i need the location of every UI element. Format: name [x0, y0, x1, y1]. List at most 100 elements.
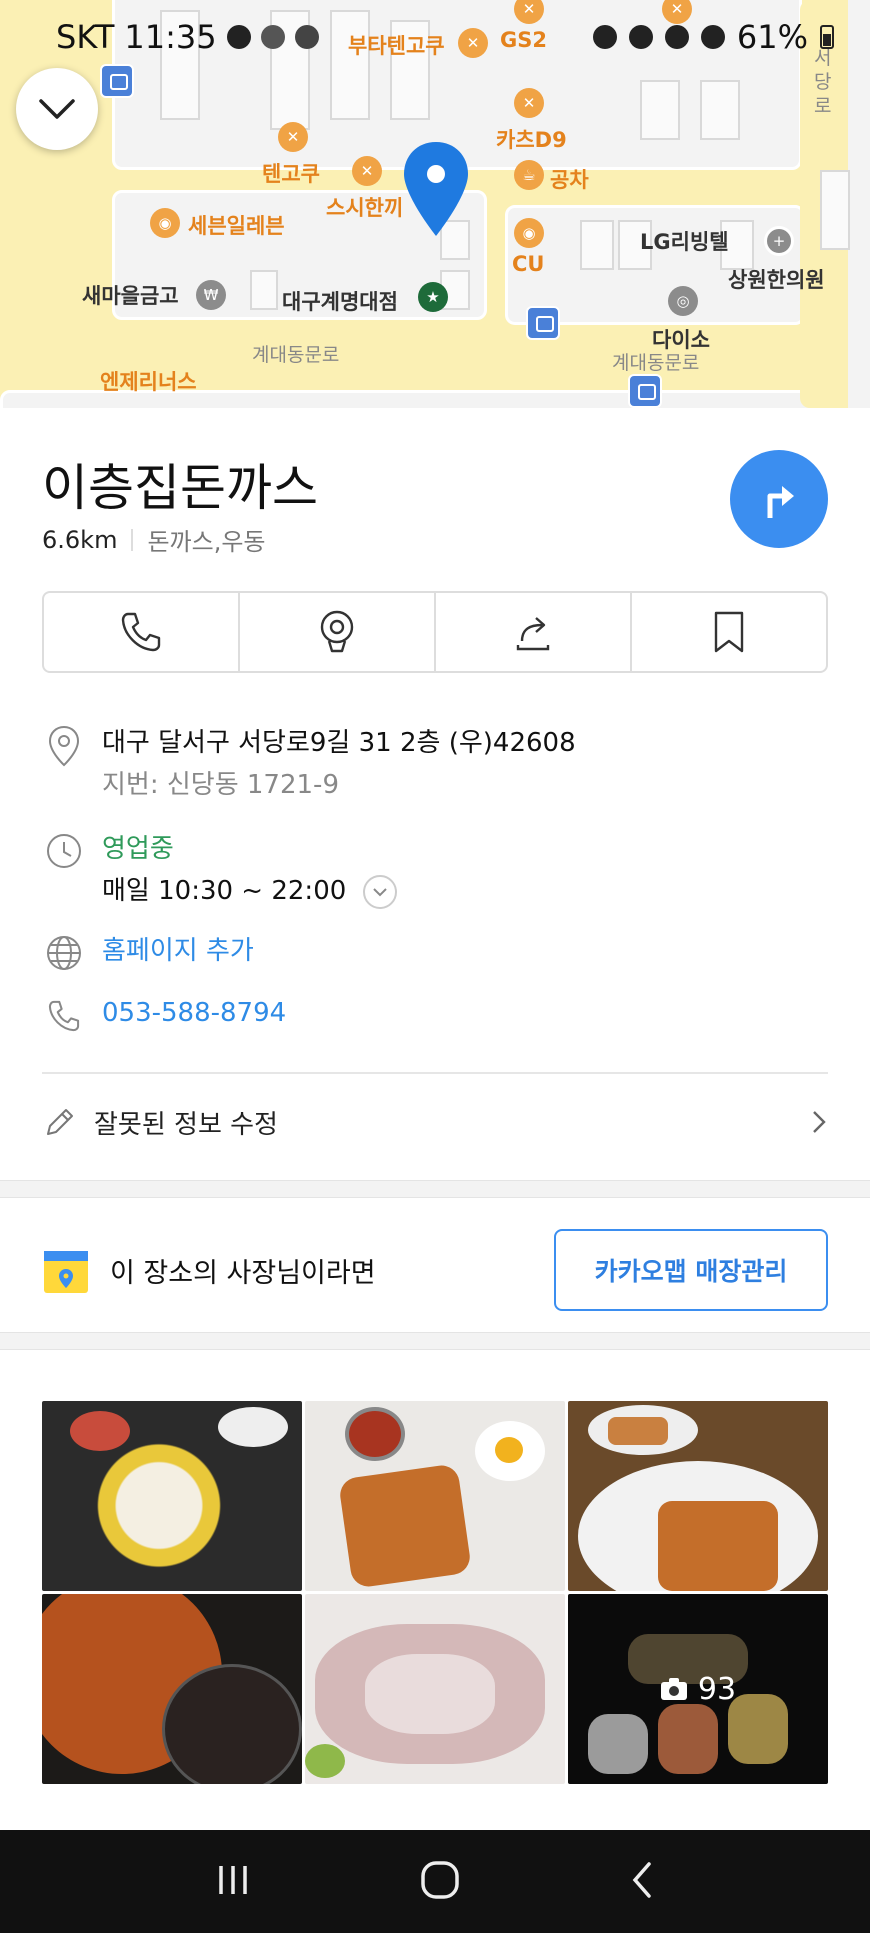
share-button[interactable]: [436, 593, 632, 671]
bank-icon[interactable]: ₩: [196, 280, 226, 310]
lot-address-text: 지번: 신당동 1721-9: [102, 770, 339, 800]
home-button[interactable]: [418, 1858, 462, 1906]
map-label[interactable]: 스시한끼: [326, 192, 403, 222]
map-label[interactable]: LG리빙텔: [640, 226, 729, 256]
signal-icon: [700, 25, 725, 49]
mute-icon: [628, 25, 653, 49]
section-divider: [42, 1072, 828, 1074]
store-management-button[interactable]: 카카오맵 매장관리: [554, 1229, 828, 1311]
cloud-icon: [260, 25, 285, 49]
photo-thumbnail[interactable]: [305, 1594, 565, 1784]
place-meta: 6.6km 돈까스,우동: [42, 522, 265, 557]
hours-text: 매일 10:30 ~ 22:00: [102, 876, 347, 906]
add-homepage-link[interactable]: 홈페이지 추가: [102, 930, 254, 972]
alarm-icon: [592, 25, 617, 49]
chevron-right-icon: [813, 1111, 826, 1133]
hours-expand-button[interactable]: [362, 874, 397, 909]
directions-button[interactable]: [730, 450, 828, 548]
section-gap: [0, 1332, 870, 1350]
share-icon: [516, 617, 550, 651]
location-pin-icon: [404, 142, 468, 236]
map-label[interactable]: CU: [512, 252, 544, 276]
hours-row: 영업중 매일 10:30 ~ 22:00: [42, 832, 397, 912]
map-label[interactable]: 대구계명대점: [282, 286, 398, 316]
map-label[interactable]: 공차: [550, 164, 589, 194]
phone-row: 053-588-8794: [42, 998, 286, 1042]
starbucks-icon[interactable]: ★: [418, 282, 448, 312]
save-location-button[interactable]: [240, 593, 436, 671]
place-title: 이층집돈까스: [42, 459, 318, 517]
map-label[interactable]: 세븐일레븐: [188, 210, 285, 240]
address-text[interactable]: 대구 달서구 서당로9길 31 2층 (우)42608: [102, 722, 576, 764]
phone-number-link[interactable]: 053-588-8794: [102, 992, 286, 1034]
battery-percent: 61%: [736, 18, 808, 56]
meta-divider: [131, 528, 134, 551]
bus-stop-icon[interactable]: [526, 306, 560, 340]
map-pin-icon: [320, 610, 354, 653]
more-photos-overlay[interactable]: 93: [568, 1594, 828, 1784]
map-road-label: 계대동문로: [612, 352, 700, 374]
wifi-icon: [664, 25, 689, 49]
distance-label: 6.6km: [42, 525, 118, 554]
home-icon: [421, 1860, 459, 1899]
restaurant-icon[interactable]: ✕: [514, 88, 544, 118]
homepage-row: 홈페이지 추가: [42, 934, 254, 978]
address-row: 대구 달서구 서당로9길 31 2층 (우)42608 지번: 신당동 1721…: [42, 724, 576, 806]
call-button[interactable]: [44, 593, 240, 671]
map-label[interactable]: 텐고쿠: [262, 158, 320, 188]
photo-thumbnail[interactable]: [305, 1401, 565, 1591]
back-icon: [632, 1861, 652, 1898]
bookmark-button[interactable]: [632, 593, 826, 671]
clock-icon: [47, 834, 81, 868]
hospital-icon[interactable]: +: [764, 226, 794, 256]
shopping-icon[interactable]: ◎: [668, 286, 698, 316]
photo-thumbnail[interactable]: [568, 1401, 828, 1591]
restaurant-icon[interactable]: ✕: [352, 156, 382, 186]
location-outline-icon: [48, 725, 80, 767]
collapse-map-button[interactable]: [16, 68, 98, 150]
chevron-down-icon: [372, 887, 387, 896]
map-view[interactable]: ✕ ✕ ✕ ✕ ✕ ✕ ☕ ◉ ◉ + ₩ ★ ◎ 부타텐고쿠 GS2 텐고쿠 …: [0, 0, 870, 408]
chevron-down-icon: [39, 99, 75, 119]
recent-apps-icon: [218, 1865, 247, 1894]
map-road-label: 계대동문로: [252, 344, 340, 366]
back-button[interactable]: [627, 1858, 657, 1906]
photo-thumbnail[interactable]: [42, 1401, 302, 1591]
camera-icon: [660, 1678, 687, 1700]
convenience-store-icon[interactable]: ◉: [150, 208, 180, 238]
globe-icon: [47, 936, 81, 970]
clock: 11:35: [124, 18, 217, 56]
hours-line[interactable]: 매일 10:30 ~ 22:00: [102, 870, 397, 912]
owner-prompt: 이 장소의 사장님이라면: [110, 1257, 376, 1289]
bookmark-icon: [714, 611, 744, 653]
phone-icon: [48, 1000, 80, 1032]
open-status: 영업중: [102, 834, 174, 864]
photo-count: 93: [697, 1671, 737, 1707]
map-label[interactable]: 새마을금고: [82, 280, 179, 310]
photo-thumbnail[interactable]: 93: [568, 1594, 828, 1784]
store-icon: [44, 1251, 88, 1293]
recent-apps-button[interactable]: [213, 1860, 253, 1904]
status-bar: SKT 11:35 61%: [0, 0, 870, 74]
directions-icon: [767, 486, 794, 518]
cafe-icon[interactable]: ☕: [514, 160, 544, 190]
phone-icon: [121, 612, 161, 652]
restaurant-icon[interactable]: ✕: [278, 122, 308, 152]
bus-stop-icon[interactable]: [628, 374, 662, 408]
action-bar: [42, 591, 828, 673]
owner-section: 이 장소의 사장님이라면 카카오맵 매장관리: [42, 1218, 828, 1322]
photo-thumbnail[interactable]: [42, 1594, 302, 1784]
battery-icon: [820, 25, 834, 49]
edit-label: 잘못된 정보 수정: [94, 1109, 278, 1140]
photo-grid: 93: [42, 1401, 828, 1784]
map-label[interactable]: 엔제리너스: [100, 366, 197, 396]
map-label[interactable]: 상원한의원: [728, 264, 825, 294]
map-label[interactable]: 카츠D9: [496, 124, 567, 154]
section-gap: [0, 1180, 870, 1198]
talk-icon: [226, 25, 251, 49]
convenience-store-icon[interactable]: ◉: [514, 218, 544, 248]
system-navigation-bar: [0, 1830, 870, 1933]
report-incorrect-info-button[interactable]: 잘못된 정보 수정: [42, 1094, 828, 1150]
pencil-icon: [47, 1109, 73, 1135]
category-label: 돈까스,우동: [147, 528, 266, 556]
